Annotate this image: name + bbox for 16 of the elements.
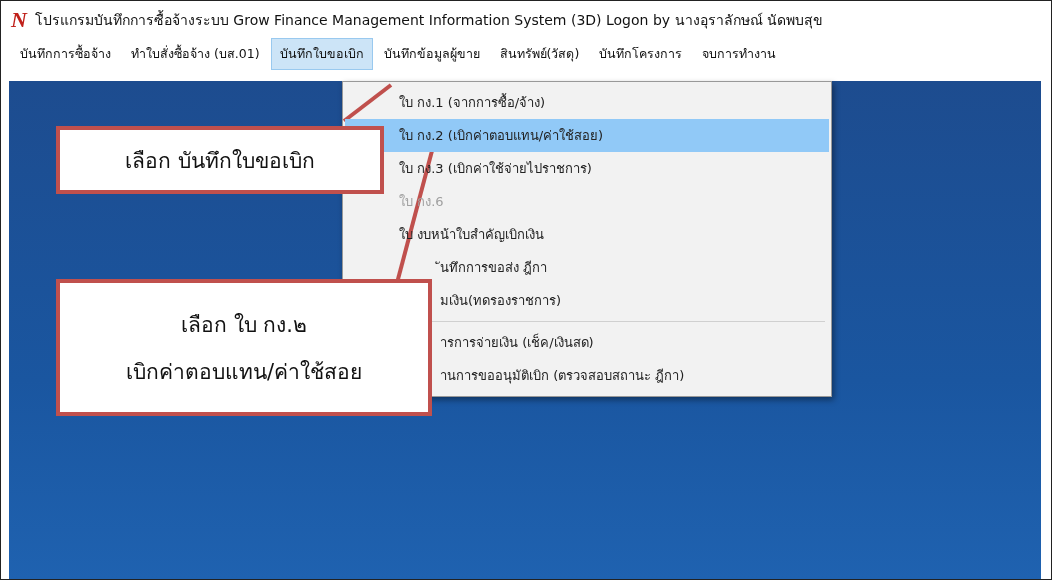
callout-text: เบิกค่าตอบแทน/ค่าใช้สอย	[125, 358, 363, 386]
menu-item[interactable]: บันทึกการซื้อจ้าง	[11, 38, 120, 70]
window-title: โปรแกรมบันทึกการซื้อจ้างระบบ Grow Finance Management Information System (3D) Logon by นางอุราลักษณ์ นัดพบสุข	[34, 9, 823, 31]
menu-item[interactable]: บันทึกข้อมูลผู้ขาย	[374, 38, 489, 70]
dropdown-item[interactable]: ใบ กง.2 (เบิกค่าตอบแทน/ค่าใช้สอย)	[345, 119, 829, 152]
callout-text: เลือก ใบ กง.๒	[181, 311, 307, 339]
leader-line	[342, 83, 393, 123]
menu-item[interactable]: บันทึกใบขอเบิก	[270, 38, 373, 70]
menu-item[interactable]: จบการทำงาน	[693, 38, 786, 70]
app-logo: N	[11, 7, 27, 33]
menu-item[interactable]: สินทรัพย์(วัสดุ)	[490, 38, 589, 70]
menu-item[interactable]: ทำใบสั่งซื้อจ้าง (บส.01)	[122, 38, 269, 70]
callout-text: เลือก บันทึกใบขอเบิก	[125, 147, 315, 175]
dropdown-item[interactable]: ันทึกการขอส่ง ฎีกา	[345, 251, 829, 284]
dropdown-item[interactable]: ใบ กง.1 (จากการซื้อ/จ้าง)	[345, 86, 829, 119]
menu-item[interactable]: บันทึกโครงการ	[590, 38, 692, 70]
